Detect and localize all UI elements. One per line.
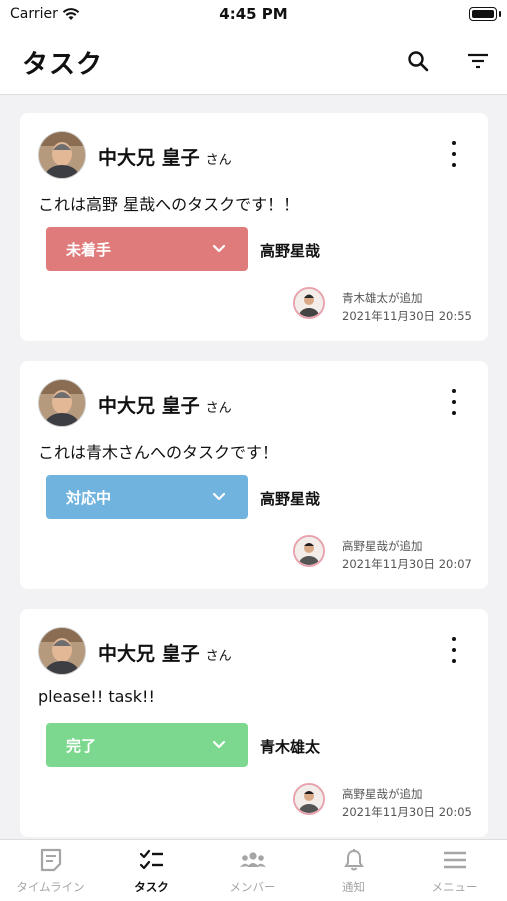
tab-label: メンバー	[229, 880, 276, 894]
tab-notifications[interactable]: 通知	[303, 840, 404, 901]
tab-tasks[interactable]: タスク	[101, 840, 202, 901]
assignee-name: 高野星哉	[260, 242, 321, 260]
author-name-text: 中大兄 皇子	[98, 643, 200, 665]
added-by-avatar[interactable]	[293, 783, 325, 815]
tab-label: メニュー	[431, 880, 478, 894]
more-dot-icon	[452, 152, 456, 156]
status-label: 完了	[66, 736, 97, 755]
tab-timeline[interactable]: タイムライン	[0, 840, 101, 901]
task-card[interactable]: 中大兄 皇子 さん please!! task!! 完了 青木雄太 高野星哉が追加…	[20, 609, 488, 837]
author-name: 中大兄 皇子 さん	[98, 391, 232, 418]
search-button[interactable]	[403, 46, 433, 76]
added-timestamp: 2021年11月30日 20:05	[342, 805, 472, 819]
more-dot-icon	[452, 389, 456, 393]
added-by-text: 高野星哉が追加	[342, 787, 423, 801]
added-timestamp: 2021年11月30日 20:07	[342, 557, 472, 571]
more-dot-icon	[452, 163, 456, 167]
nav-bar: タスク	[0, 28, 507, 95]
honorific: さん	[205, 649, 232, 664]
battery-icon	[469, 7, 501, 21]
filter-button[interactable]	[463, 46, 493, 76]
chevron-down-icon	[212, 244, 226, 253]
task-checklist-icon	[139, 849, 163, 870]
author-avatar[interactable]	[38, 131, 86, 179]
more-options-button[interactable]	[444, 637, 464, 663]
tab-label: タスク	[134, 880, 169, 894]
task-text: please!! task!!	[38, 687, 155, 706]
author-name-text: 中大兄 皇子	[98, 147, 200, 169]
tab-menu[interactable]: メニュー	[404, 840, 505, 901]
status-dropdown[interactable]: 未着手	[46, 227, 248, 271]
page-title: タスク	[22, 50, 104, 80]
assignee-name: 高野星哉	[260, 490, 321, 508]
task-text: これは青木さんへのタスクです！	[38, 443, 279, 462]
status-label: 対応中	[66, 488, 112, 507]
tab-bar: タイムライン タスク メンバー 通知 メニュー	[0, 839, 507, 901]
honorific: さん	[205, 401, 232, 416]
chevron-down-icon	[212, 740, 226, 749]
tab-members[interactable]: メンバー	[202, 840, 303, 901]
author-avatar[interactable]	[38, 379, 86, 427]
more-dot-icon	[452, 141, 456, 145]
chevron-down-icon	[212, 492, 226, 501]
author-avatar[interactable]	[38, 627, 86, 675]
added-timestamp: 2021年11月30日 20:55	[342, 309, 472, 323]
timeline-icon	[40, 848, 61, 872]
menu-icon	[443, 851, 466, 869]
more-dot-icon	[452, 637, 456, 641]
author-name: 中大兄 皇子 さん	[98, 639, 232, 666]
tab-label: タイムライン	[16, 880, 85, 894]
clock: 4:45 PM	[219, 5, 288, 23]
more-dot-icon	[452, 648, 456, 652]
author-name-text: 中大兄 皇子	[98, 395, 200, 417]
more-options-button[interactable]	[444, 389, 464, 415]
status-dropdown[interactable]: 完了	[46, 723, 248, 767]
added-by-text: 青木雄太が追加	[342, 291, 423, 305]
more-dot-icon	[452, 659, 456, 663]
more-options-button[interactable]	[444, 141, 464, 167]
honorific: さん	[205, 153, 232, 168]
search-icon	[408, 51, 429, 72]
task-card[interactable]: 中大兄 皇子 さん これは高野 星哉へのタスクです！！ 未着手 高野星哉 青木雄太…	[20, 113, 488, 341]
tab-label: 通知	[342, 880, 365, 894]
added-by-text: 高野星哉が追加	[342, 539, 423, 553]
more-dot-icon	[452, 411, 456, 415]
status-label: 未着手	[66, 240, 112, 259]
task-text: これは高野 星哉へのタスクです！！	[38, 195, 300, 214]
bell-icon	[343, 849, 364, 871]
author-name: 中大兄 皇子 さん	[98, 143, 232, 170]
members-icon	[239, 852, 266, 867]
more-dot-icon	[452, 400, 456, 404]
filter-icon	[468, 53, 488, 69]
added-by-avatar[interactable]	[293, 287, 325, 319]
task-card[interactable]: 中大兄 皇子 さん これは青木さんへのタスクです！ 対応中 高野星哉 高野星哉が追…	[20, 361, 488, 589]
status-dropdown[interactable]: 対応中	[46, 475, 248, 519]
assignee-name: 青木雄太	[260, 738, 321, 756]
task-list: 中大兄 皇子 さん これは高野 星哉へのタスクです！！ 未着手 高野星哉 青木雄太…	[0, 95, 507, 839]
added-by-avatar[interactable]	[293, 535, 325, 567]
status-bar: Carrier 4:45 PM	[0, 0, 507, 28]
